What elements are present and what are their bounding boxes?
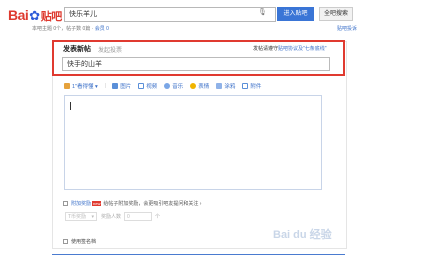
toolbar-label: 音乐 xyxy=(172,84,184,90)
paw-icon: ✿ xyxy=(29,8,40,23)
enter-bar-button[interactable]: 进入贴吧 xyxy=(277,7,314,21)
toolbar-item-video[interactable]: 视频 xyxy=(138,82,157,90)
pen-icon xyxy=(216,83,223,89)
picture-icon xyxy=(64,83,70,89)
toolbar-item-doodle[interactable]: 涂鸦 xyxy=(216,82,235,90)
toolbar-item-emoji[interactable]: 表情 xyxy=(190,82,209,90)
text-caret xyxy=(70,102,71,110)
logo-tieba-text: 贴吧 xyxy=(40,11,63,23)
toolbar-label: 表情 xyxy=(198,84,210,90)
toolbar-item-music[interactable]: 音乐 xyxy=(164,82,183,90)
video-icon xyxy=(138,83,145,89)
reward-settings-row: T币奖励 ▾ 奖励人数 0 个 xyxy=(65,212,160,221)
signature-option-row: 使用签名档 xyxy=(63,238,96,245)
tab-new-post[interactable]: 发表新帖 xyxy=(63,44,91,54)
reward-option-row: 附加奖励 new 给帖子附加奖励，会更吸引吧友提问和关注 › xyxy=(63,200,201,207)
post-title-input[interactable]: 快手的山羊 xyxy=(62,57,330,71)
rule-link[interactable]: 贴吧协议及"七条底线" xyxy=(278,46,327,52)
divider xyxy=(52,254,345,255)
breadcrumb-member-link[interactable]: 会员 0 xyxy=(95,26,109,32)
attach-icon xyxy=(242,83,249,89)
chevron-down-icon: ▾ xyxy=(91,213,94,220)
rule-prefix: 发帖请遵守 xyxy=(253,46,279,52)
reward-unit: 个 xyxy=(155,214,161,220)
post-content-editor[interactable] xyxy=(64,95,322,190)
complaint-link[interactable]: 贴吧投诉 xyxy=(337,25,357,32)
new-badge: new xyxy=(92,201,102,206)
emoji-icon xyxy=(190,83,197,89)
music-icon xyxy=(164,83,171,89)
signature-label: 使用签名档 xyxy=(71,239,97,245)
reward-type-select[interactable]: T币奖励 ▾ xyxy=(65,212,97,221)
toolbar-label: 视频 xyxy=(146,84,158,90)
toolbar-item-image[interactable]: 图片 xyxy=(112,82,131,90)
logo-text: Bai xyxy=(8,7,29,23)
toolbar-label: 附件 xyxy=(250,84,262,90)
watermark-text: Bai du 经验 xyxy=(273,229,332,241)
reward-count-label: 奖励人数 xyxy=(101,214,122,220)
toolbar-label: 图片 xyxy=(120,84,132,90)
reward-link[interactable]: 附加奖励 xyxy=(71,200,91,207)
editor-toolbar: 1"看得懂 ▾ | 图片 视频 音乐 表情 涂鸦 附件 xyxy=(64,81,268,91)
breadcrumb: 本吧主题 0个，帖子数 0篇 · 会员 0 xyxy=(32,25,109,32)
toolbar-item-attach[interactable]: 附件 xyxy=(242,82,261,90)
reward-description: 给帖子附加奖励，会更吸引吧友提问和关注 › xyxy=(103,201,202,207)
reward-count-input[interactable]: 0 xyxy=(124,212,153,221)
microphone-icon[interactable]: 🎙 xyxy=(258,8,267,16)
toolbar-item-format[interactable]: 1"看得懂 ▾ xyxy=(64,82,98,90)
search-input[interactable]: 快乐羊儿 xyxy=(64,7,276,22)
tab-vote[interactable]: 发起投票 xyxy=(98,45,122,54)
baidu-jingyan-watermark: Bai du 经验 xyxy=(273,226,332,242)
breadcrumb-text: 本吧主题 0个，帖子数 0篇 · xyxy=(32,26,95,32)
reward-type-value: T币奖励 xyxy=(68,214,87,220)
toolbar-label: 1"看得懂 ▾ xyxy=(72,84,98,90)
posting-rules-note: 发帖请遵守贴吧协议及"七条底线" xyxy=(253,45,327,52)
signature-checkbox[interactable] xyxy=(63,239,68,244)
image-icon xyxy=(112,83,119,89)
global-search-button[interactable]: 全吧搜索 xyxy=(319,7,353,21)
toolbar-label: 涂鸦 xyxy=(224,84,236,90)
baidu-tieba-logo[interactable]: Bai✿贴吧 xyxy=(8,7,62,24)
reward-checkbox[interactable] xyxy=(63,201,68,206)
